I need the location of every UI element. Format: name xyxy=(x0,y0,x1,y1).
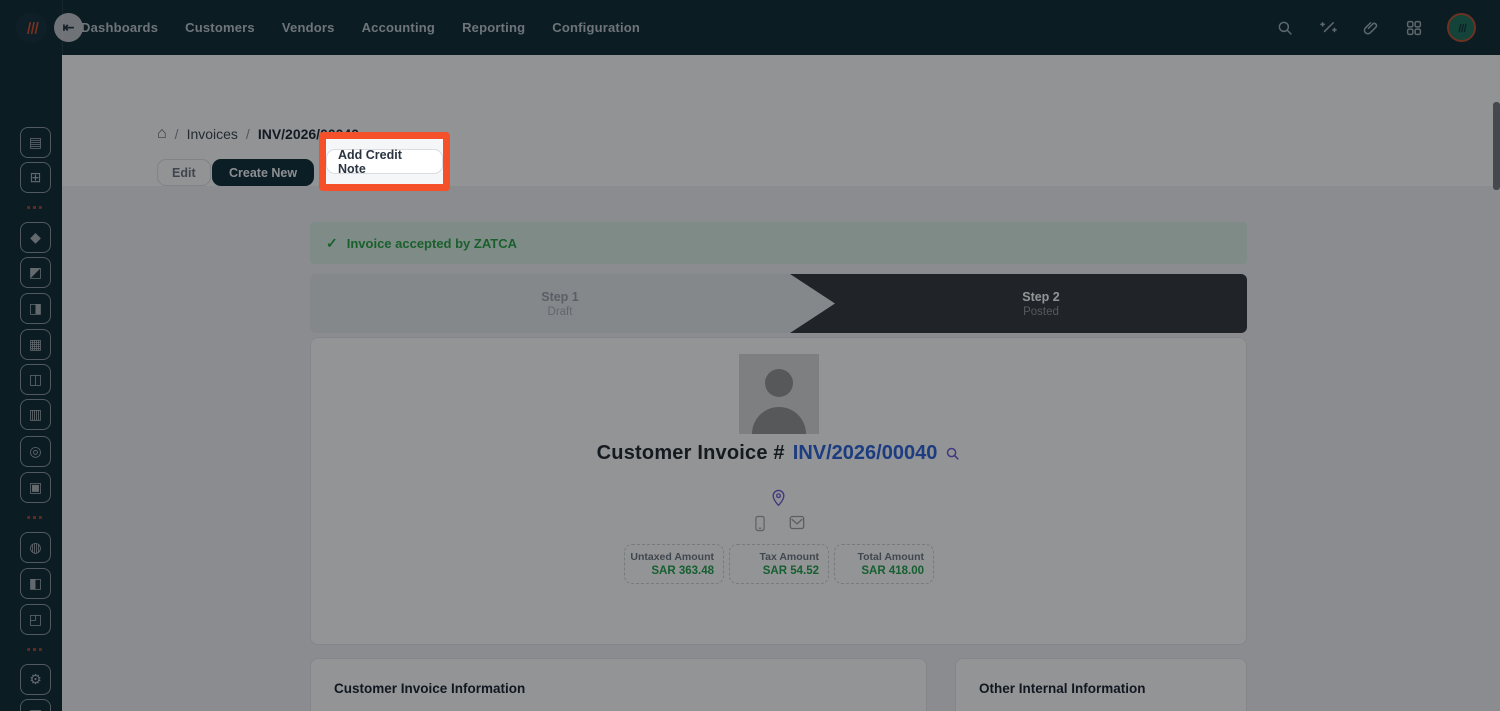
untaxed-amount-label: Untaxed Amount xyxy=(630,551,714,563)
phone-icon[interactable] xyxy=(753,515,767,532)
search-icon[interactable] xyxy=(1275,18,1295,38)
location-pin-icon[interactable] xyxy=(770,488,787,507)
logo-mark-icon xyxy=(26,21,39,34)
settings-icon[interactable]: ⚙ xyxy=(20,664,51,695)
left-sidebar: ▤ ⊞ ◆ ◩ ◨ ▦ ◫ ▥ ◎ ▣ ◍ ◧ ◰ ⚙ ▧ xyxy=(0,55,62,711)
breadcrumb-separator: / xyxy=(245,126,250,142)
breadcrumb-invoices[interactable]: Invoices xyxy=(187,126,238,142)
other-internal-info-card: Other Internal Information xyxy=(955,658,1247,711)
home-icon[interactable]: ⌂ xyxy=(157,125,167,143)
paperclip-icon[interactable] xyxy=(1361,18,1381,38)
customer-invoice-info-card: Customer Invoice Information xyxy=(310,658,927,711)
sidebar-separator xyxy=(27,648,42,651)
sidebar-separator xyxy=(27,206,42,209)
apps-grid-icon[interactable] xyxy=(1404,18,1424,38)
invoice-card: Customer Invoice # INV/2026/00040 Untaxe… xyxy=(310,337,1247,645)
step2-subtitle: Posted xyxy=(1023,305,1059,318)
tax-amount-value: SAR 54.52 xyxy=(762,565,819,577)
app-window: ⇤ Dashboards Customers Vendors Accountin… xyxy=(0,0,1500,711)
customer-lookup-icon[interactable]: ◎ xyxy=(20,436,51,467)
app-logo[interactable] xyxy=(16,12,47,43)
zoom-invoice-icon[interactable] xyxy=(945,446,960,461)
step-progress-bar: Step 1 Draft Step 2 Posted xyxy=(310,274,1247,333)
invoice-title-row: Customer Invoice # INV/2026/00040 xyxy=(311,442,1246,465)
top-navbar: ⇤ Dashboards Customers Vendors Accountin… xyxy=(0,0,1500,55)
step1-title: Step 1 xyxy=(541,289,579,304)
invoice-number[interactable]: INV/2026/00040 xyxy=(793,442,938,465)
sidebar-collapse-button[interactable]: ⇤ xyxy=(54,13,83,42)
billing-icon[interactable]: ▦ xyxy=(20,329,51,360)
collapse-icon: ⇤ xyxy=(62,19,75,35)
expenses-icon[interactable]: ▥ xyxy=(20,399,51,430)
nav-item-vendors[interactable]: Vendors xyxy=(282,20,335,35)
navbar-right-tools xyxy=(1275,0,1476,55)
invoice-title-prefix: Customer Invoice # xyxy=(596,442,785,464)
nav-item-reporting[interactable]: Reporting xyxy=(462,20,525,35)
vertical-scrollbar[interactable] xyxy=(1493,102,1500,190)
person-silhouette-icon xyxy=(739,354,819,434)
page-header: ⌂ / Invoices / INV/2026/00040 Edit Creat… xyxy=(62,55,1500,230)
untaxed-amount-box: Untaxed Amount SAR 363.48 xyxy=(624,544,724,584)
invoicing-icon[interactable]: ▤ xyxy=(20,127,51,158)
status-banner-text: Invoice accepted by ZATCA xyxy=(346,235,517,251)
breadcrumb-separator: / xyxy=(174,126,179,142)
create-new-button[interactable]: Create New xyxy=(212,159,315,186)
inventory-icon[interactable]: ◫ xyxy=(20,364,51,395)
payments-icon[interactable]: ◆ xyxy=(20,222,51,253)
support-icon[interactable]: ◍ xyxy=(20,532,51,563)
purchases-icon[interactable]: ◨ xyxy=(20,293,51,324)
customer-avatar-placeholder xyxy=(739,354,819,434)
location-row xyxy=(311,488,1246,507)
nav-item-customers[interactable]: Customers xyxy=(185,20,255,35)
status-banner: ✓ Invoice accepted by ZATCA xyxy=(310,222,1247,264)
nav-item-configuration[interactable]: Configuration xyxy=(552,20,640,35)
step2-title: Step 2 xyxy=(1022,289,1060,304)
edit-button[interactable]: Edit xyxy=(157,159,211,186)
email-icon[interactable] xyxy=(789,515,805,530)
customer-invoice-info-title: Customer Invoice Information xyxy=(334,681,526,696)
main-menu: Dashboards Customers Vendors Accounting … xyxy=(81,0,640,55)
add-credit-note-button[interactable]: Add Credit Note xyxy=(326,148,443,176)
user-avatar[interactable] xyxy=(1447,13,1476,42)
total-amount-box: Total Amount SAR 418.00 xyxy=(834,544,934,584)
check-icon: ✓ xyxy=(326,234,338,251)
untaxed-amount-value: SAR 363.48 xyxy=(651,565,714,577)
hr-icon[interactable]: ▧ xyxy=(20,699,51,711)
avatar-logo-icon xyxy=(1458,23,1467,32)
nav-item-dashboards[interactable]: Dashboards xyxy=(81,20,158,35)
magic-wand-icon[interactable] xyxy=(1318,18,1338,38)
step-posted-labels: Step 2 Posted xyxy=(835,274,1247,333)
sidebar-separator xyxy=(27,516,42,519)
accounting-icon[interactable]: ⊞ xyxy=(20,162,51,193)
step-draft-segment[interactable]: Step 1 Draft xyxy=(310,274,810,333)
pos-icon[interactable]: ◰ xyxy=(20,604,51,635)
tax-amount-label: Tax Amount xyxy=(759,551,820,563)
total-amount-value: SAR 418.00 xyxy=(861,565,924,577)
nav-item-accounting[interactable]: Accounting xyxy=(362,20,436,35)
step1-subtitle: Draft xyxy=(547,305,573,318)
tax-amount-box: Tax Amount SAR 54.52 xyxy=(729,544,829,584)
schedule-icon[interactable]: ▣ xyxy=(20,472,51,503)
documents-icon[interactable]: ◧ xyxy=(20,568,51,599)
sales-analysis-icon[interactable]: ◩ xyxy=(20,257,51,288)
other-internal-info-title: Other Internal Information xyxy=(979,681,1146,696)
total-amount-label: Total Amount xyxy=(857,551,925,563)
sidebar-divider xyxy=(62,0,63,711)
highlight-frame: Add Credit Note xyxy=(319,132,450,191)
contact-icons-row xyxy=(311,515,1246,532)
